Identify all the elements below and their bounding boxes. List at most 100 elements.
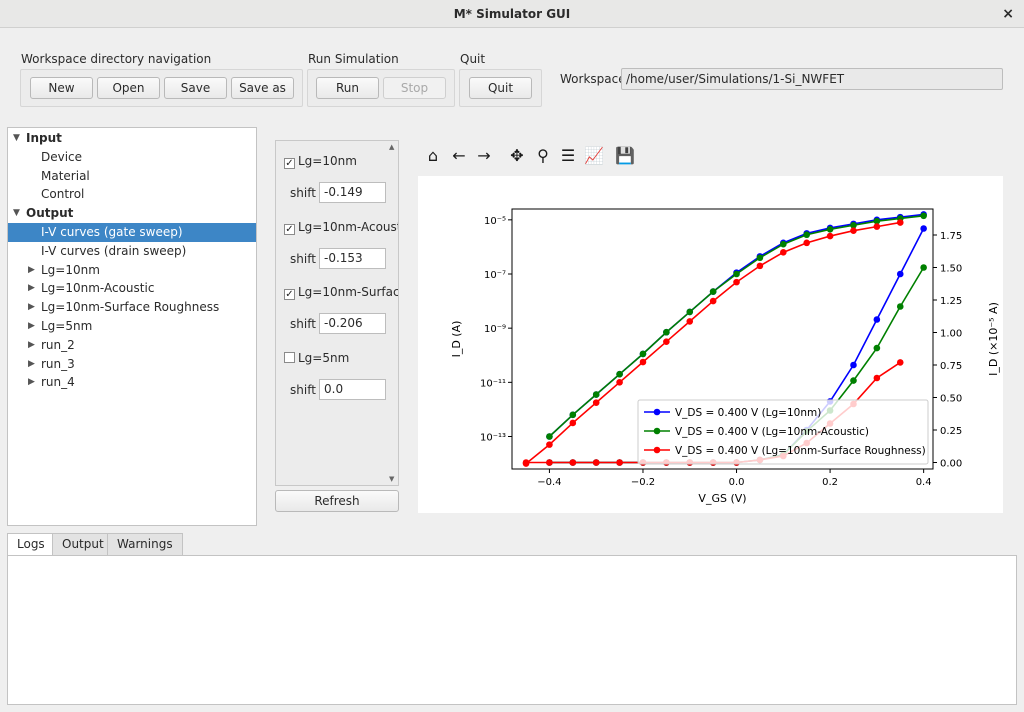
new-button[interactable]: New [30,77,93,99]
configure-subplots-icon[interactable]: ☰ [558,146,578,166]
data-point-linear [616,459,623,466]
save-figure-icon[interactable]: 💾 [615,146,635,166]
zoom-icon[interactable]: ⚲ [533,146,553,166]
stop-button[interactable]: Stop [383,77,446,99]
tree-item[interactable]: ▶ Lg=10nm-Acoustic [8,279,256,298]
shift-input[interactable]: -0.149 [319,182,386,203]
tree-item[interactable]: I-V curves (gate sweep) [8,223,256,242]
tree-item[interactable]: Device [8,148,256,167]
checkbox-checked-icon[interactable]: ✓ [284,223,295,235]
expand-right-icon[interactable]: ▶ [28,279,35,298]
workspace-path-field[interactable]: /home/user/Simulations/1-Si_NWFET [621,68,1003,90]
checkbox-unchecked-icon[interactable] [284,351,295,363]
tab-warnings[interactable]: Warnings [107,533,183,555]
expand-down-icon[interactable]: ▼ [13,204,20,223]
data-point-log [733,270,740,278]
curve-checkbox[interactable]: Lg=5nm [284,350,349,366]
y-right-tick-label: 1.00 [940,329,962,340]
tree-item[interactable]: ▼ Input [8,129,256,148]
run-button[interactable]: Run [316,77,379,99]
curve-checkbox[interactable]: ✓Lg=10nm-Surface Roughness [284,284,399,300]
tree-item[interactable]: Control [8,185,256,204]
shift-label: shift [290,382,316,397]
expand-right-icon[interactable]: ▶ [28,336,35,355]
tree-item[interactable]: ▶ Lg=5nm [8,317,256,336]
legend-marker [653,408,661,416]
data-point-log [733,278,740,286]
scroll-down-icon[interactable]: ▼ [389,475,394,483]
home-icon[interactable]: ⌂ [423,146,443,166]
checkbox-checked-icon[interactable]: ✓ [284,289,295,300]
tree-item-label: I-V curves (drain sweep) [41,243,187,258]
close-icon[interactable]: × [1002,0,1014,28]
data-point-linear [896,359,904,366]
expand-right-icon[interactable]: ▶ [28,355,35,374]
open-button[interactable]: Open [97,77,160,99]
y-right-tick-label: 0.50 [940,394,962,405]
expand-down-icon[interactable]: ▼ [13,129,20,148]
x-tick-label: −0.4 [537,477,561,488]
save-button[interactable]: Save [164,77,227,99]
forward-arrow-icon[interactable]: → [474,146,494,166]
workspace-label: Workspace [560,72,626,86]
x-axis-label: V_GS (V) [698,492,746,505]
expand-right-icon[interactable]: ▶ [28,261,35,280]
data-point-log [639,350,647,358]
data-point-log [826,232,834,240]
tree-item[interactable]: ▶ run_4 [8,373,256,392]
data-point-log [592,391,600,398]
data-point-linear [873,316,881,323]
curve-checkbox[interactable]: ✓Lg=10nm-Acoustic [284,219,398,235]
data-point-log [663,328,670,336]
quit-button[interactable]: Quit [469,77,532,99]
legend-entry: V_DS = 0.400 V (Lg=10nm-Acoustic) [675,426,869,438]
expand-right-icon[interactable]: ▶ [28,317,35,336]
tree-item[interactable]: ▶ run_2 [8,336,256,355]
plot-canvas[interactable]: −0.4 −0.2 0.0 0.2 0.4 10⁻¹³ 10⁻¹¹ 10⁻⁹ 10⁻⁷ 10⁻⁵ 0… [418,176,1003,513]
save-as-button[interactable]: Save as [231,77,294,99]
data-point-linear [850,377,857,384]
tab-output[interactable]: Output [52,533,114,555]
refresh-button[interactable]: Refresh [275,490,399,512]
expand-right-icon[interactable]: ▶ [28,373,35,392]
data-point-log [803,239,810,247]
y-left-axis-label: I_D (A) [450,321,463,358]
y-right-tick-label: 0.00 [940,459,962,470]
edit-axis-icon[interactable]: 📈 [584,146,604,166]
tree-item-label: Control [41,187,85,202]
data-point-log [663,338,670,346]
shift-label: shift [290,251,316,266]
shift-label: shift [290,317,316,331]
legend-marker [653,427,661,435]
tree-item[interactable]: ▶ Lg=10nm [8,261,256,280]
y-right-tick-label: 1.75 [940,231,962,242]
y-right-tick-label: 0.25 [940,426,962,437]
curve-checkbox[interactable]: ✓ Lg=10nm [284,153,357,169]
tree-item[interactable]: I-V curves (drain sweep) [8,242,256,261]
options-scrollbar[interactable]: ▲ ▼ [388,141,398,485]
shift-input[interactable]: 0.0 [319,378,386,400]
legend-entry: V_DS = 0.400 V (Lg=10nm) [675,407,821,419]
tab-logs[interactable]: Logs [7,533,55,556]
shift-input[interactable]: -0.153 [319,247,386,269]
logs-pane[interactable] [7,555,1017,705]
data-point-log [569,419,577,427]
curve-checkbox-label: Lg=10nm-Surface Roughness [298,285,399,299]
navigation-tree[interactable]: ▼ Input Device Material Control ▼ Output I-V cu… [7,127,257,526]
tree-item[interactable]: ▶ run_3 [8,355,256,374]
y-left-tick-label: 10⁻⁹ [484,324,506,335]
tree-item[interactable]: ▶ Lg=10nm-Surface Roughness [8,298,256,317]
tree-item[interactable]: ▼ Output [8,204,256,223]
tree-item-label: Lg=10nm [41,262,100,277]
workspace-nav-label: Workspace directory navigation [21,52,212,66]
data-point-log [616,379,623,386]
tree-item[interactable]: Material [8,167,256,186]
checkbox-checked-icon[interactable]: ✓ [284,158,295,169]
pan-icon[interactable]: ✥ [507,146,527,166]
y-left-tick-label: 10⁻¹¹ [480,378,506,389]
back-arrow-icon[interactable]: ← [449,146,469,166]
scroll-up-icon[interactable]: ▲ [389,143,394,151]
expand-right-icon[interactable]: ▶ [28,298,35,317]
data-point-log [803,231,810,239]
shift-input[interactable]: -0.206 [319,313,386,334]
